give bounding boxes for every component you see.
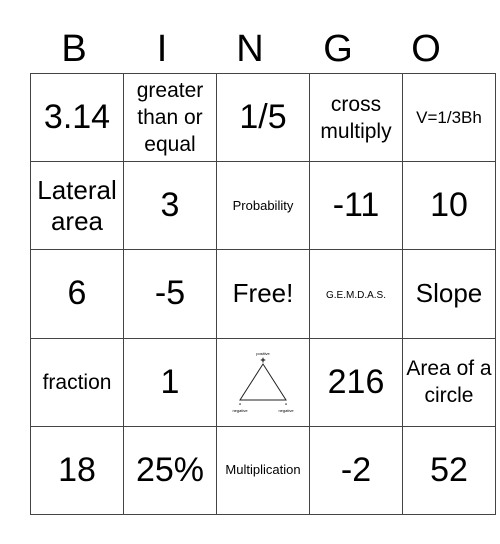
bingo-cell[interactable]: 6 [30,249,124,339]
cell-text: 10 [430,186,468,225]
cell-text: 216 [327,362,385,401]
cell-text: -11 [332,186,380,225]
cell-text: Area of a circle [406,357,492,408]
bingo-row: Lateral area 3 Probability -11 10 [30,161,496,251]
sign-triangle-icon: positive+-negative-negative [232,351,294,413]
cell-text: Multiplication [225,462,301,478]
right-label: negative [278,408,294,413]
bingo-cell[interactable]: Area of a circle [402,337,496,427]
cell-text: Probability [232,197,294,213]
bingo-cell[interactable]: -2 [309,425,403,516]
header-letter-o: O [411,28,441,70]
cell-text: 1 [160,362,180,401]
left-minus-sign: - [239,401,242,408]
cell-text: greater than or equal [136,79,204,157]
cell-text: 1/5 [239,98,287,137]
cell-text: Free! [232,278,294,309]
bingo-cell[interactable]: cross multiply [309,72,403,163]
bingo-cell[interactable]: G.E.M.D.A.S. [309,249,403,339]
bingo-cell[interactable]: 216 [309,337,403,427]
bingo-row: 18 25% Multiplication -2 52 [30,425,496,516]
right-minus-sign: - [285,401,288,408]
header-letter-n: N [236,28,264,70]
cell-text: 3 [160,186,180,225]
cell-text: G.E.M.D.A.S. [325,289,386,301]
cell-text: 25% [135,450,205,489]
left-label: negative [232,408,248,413]
bingo-cell[interactable]: 25% [123,425,217,516]
header-letter-g: G [323,28,353,70]
cell-text: 18 [58,450,96,489]
bingo-grid: 3.14 greater than or equal 1/5 cross multip… [30,72,496,516]
bingo-cell[interactable]: -5 [123,249,217,339]
cell-text: -2 [340,450,372,489]
cell-text: 3.14 [43,98,111,137]
bingo-cell[interactable]: 18 [30,425,124,516]
bingo-cell[interactable]: greater than or equal [123,72,217,163]
bingo-cell[interactable]: fraction [30,337,124,427]
bingo-cell[interactable]: Slope [402,249,496,339]
header-letter-i: I [156,28,168,70]
cell-text: 6 [67,274,87,313]
bingo-row: 3.14 greater than or equal 1/5 cross multip… [30,72,496,163]
cell-text: fraction [42,370,112,394]
bingo-cell[interactable]: -11 [309,161,403,251]
plus-sign: + [260,355,265,365]
cell-text: 52 [430,450,468,489]
cell-text: -5 [154,274,186,313]
bingo-cell[interactable]: 10 [402,161,496,251]
triangle-shape [239,363,287,401]
cell-text: Lateral area [37,174,117,236]
bingo-row: fraction 1 positive + - negative - negative 216 A… [30,337,496,427]
header-letter-b: B [61,28,87,70]
bingo-cell-image[interactable]: positive + - negative - negative [216,337,310,427]
bingo-cell[interactable]: Lateral area [30,161,124,251]
bingo-cell[interactable]: V=1/3Bh [402,72,496,163]
cell-text: V=1/3Bh [416,108,482,128]
bingo-cell[interactable]: 52 [402,425,496,516]
bingo-cell[interactable]: 1 [123,337,217,427]
bingo-cell[interactable]: Probability [216,161,310,251]
cell-text: Slope [415,278,483,309]
cell-text: cross multiply [320,92,392,143]
bingo-header: B I N G O [30,26,470,72]
bingo-cell[interactable]: 3.14 [30,72,124,163]
bingo-cell[interactable]: Free! [216,249,310,339]
bingo-row: 6 -5 Free! G.E.M.D.A.S. Slope [30,249,496,339]
bingo-cell[interactable]: Multiplication [216,425,310,516]
bingo-cell[interactable]: 1/5 [216,72,310,163]
bingo-cell[interactable]: 3 [123,161,217,251]
